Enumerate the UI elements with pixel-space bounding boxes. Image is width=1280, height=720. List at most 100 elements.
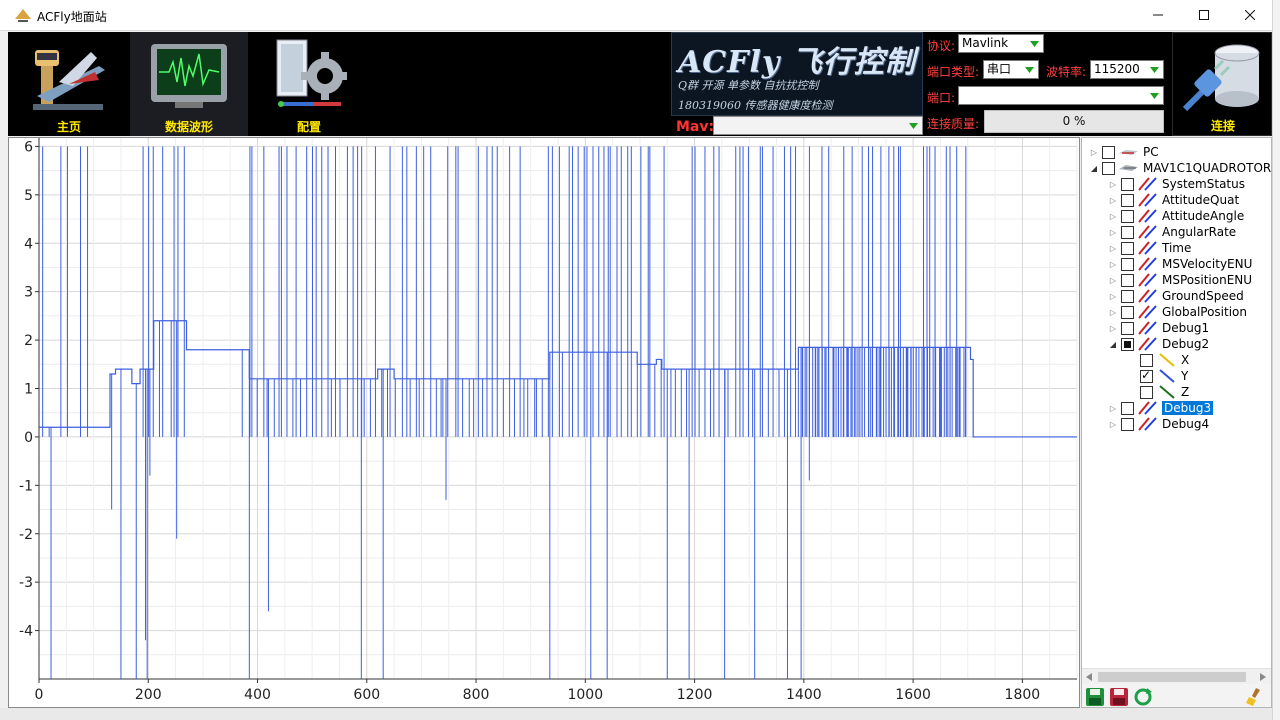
expand-arrow-icon[interactable]: ▷ bbox=[1107, 322, 1119, 334]
tree-node-msvelocityenu[interactable]: ▷ MSVelocityENU bbox=[1107, 256, 1252, 272]
tree-node-mav1c1quadrotor[interactable]: ◢ MAV1C1QUADROTOR bbox=[1088, 160, 1271, 176]
expand-arrow-icon[interactable]: ▷ bbox=[1088, 146, 1100, 158]
protocol-value: Mavlink bbox=[962, 36, 1009, 50]
series-icon bbox=[1138, 193, 1157, 207]
series-icon bbox=[1138, 305, 1157, 319]
logo-line2: 180319060 传感器健康度检测 bbox=[678, 99, 833, 112]
checkbox[interactable] bbox=[1121, 177, 1134, 191]
tree-node-label: Debug3 bbox=[1162, 401, 1214, 415]
tree-node-label: X bbox=[1181, 353, 1190, 367]
tree-node-z[interactable]: Z bbox=[1126, 384, 1189, 400]
expand-arrow-icon[interactable]: ▷ bbox=[1107, 306, 1119, 318]
tree-node-debug4[interactable]: ▷ Debug4 bbox=[1107, 416, 1209, 432]
maximize-button[interactable] bbox=[1181, 0, 1227, 30]
series-icon bbox=[1138, 241, 1157, 255]
tree-node-groundspeed[interactable]: ▷ GroundSpeed bbox=[1107, 288, 1244, 304]
expand-arrow-icon[interactable]: ▷ bbox=[1107, 402, 1119, 414]
channel-tree: ▷ PC ◢ MAV1C1QUADROTOR ▷ SystemStatus ▷ Attitud… bbox=[1081, 137, 1272, 708]
series-icon bbox=[1138, 273, 1157, 287]
close-button[interactable] bbox=[1227, 0, 1273, 30]
tree-node-x[interactable]: X bbox=[1126, 352, 1189, 368]
clear-brush-icon[interactable] bbox=[1244, 687, 1264, 707]
expand-arrow-icon[interactable]: ▷ bbox=[1107, 274, 1119, 286]
y-tick-label: 0 bbox=[24, 430, 33, 446]
series-icon bbox=[1138, 257, 1157, 271]
checkbox[interactable] bbox=[1121, 321, 1134, 335]
checkbox[interactable] bbox=[1121, 305, 1134, 319]
mav-select[interactable] bbox=[713, 116, 923, 135]
checkbox[interactable] bbox=[1140, 385, 1153, 399]
checkbox[interactable] bbox=[1121, 241, 1134, 255]
checkbox[interactable] bbox=[1102, 161, 1115, 175]
tree-node-label: AttitudeAngle bbox=[1162, 209, 1245, 223]
port-label: 端口: bbox=[927, 91, 956, 105]
protocol-select[interactable]: Mavlink bbox=[958, 34, 1044, 53]
x-tick-label: 1400 bbox=[786, 687, 822, 703]
tree-node-label: MAV1C1QUADROTOR bbox=[1143, 161, 1272, 175]
checkbox[interactable] bbox=[1121, 193, 1134, 207]
mav-label: Mav: bbox=[676, 119, 715, 135]
nav-home[interactable]: 主页 bbox=[10, 32, 128, 136]
tree-node-attitudequat[interactable]: ▷ AttitudeQuat bbox=[1107, 192, 1239, 208]
tree-node-y[interactable]: Y bbox=[1126, 368, 1188, 384]
checkbox[interactable] bbox=[1121, 337, 1134, 351]
checkbox[interactable] bbox=[1121, 289, 1134, 303]
checkbox[interactable] bbox=[1121, 225, 1134, 239]
port-select[interactable] bbox=[958, 86, 1164, 105]
tree-node-pc[interactable]: ▷ PC bbox=[1088, 144, 1159, 160]
collapse-arrow-icon[interactable]: ◢ bbox=[1088, 162, 1100, 174]
waveform-chart-svg: 6 5 4 3 2 1 0 -1 -2 -3 -4 0 200 400 600 800 1000 1200 1400… bbox=[19, 138, 1078, 703]
expand-arrow-icon[interactable]: ▷ bbox=[1107, 418, 1119, 430]
save-red-icon[interactable] bbox=[1109, 687, 1129, 707]
tree-node-systemstatus[interactable]: ▷ SystemStatus bbox=[1107, 176, 1245, 192]
tree-node-label: Z bbox=[1181, 385, 1190, 399]
tree-toolbar bbox=[1082, 684, 1271, 707]
checkbox[interactable] bbox=[1140, 368, 1153, 383]
checkbox[interactable] bbox=[1102, 145, 1115, 159]
expand-arrow-icon[interactable]: ▷ bbox=[1107, 194, 1119, 206]
expand-arrow-icon[interactable]: ▷ bbox=[1107, 210, 1119, 222]
airport-tower-icon bbox=[33, 50, 105, 110]
tree-horizontal-scrollbar[interactable] bbox=[1082, 668, 1271, 684]
expand-arrow-icon[interactable]: ▷ bbox=[1107, 290, 1119, 302]
tree-node-angularrate[interactable]: ▷ AngularRate bbox=[1107, 224, 1236, 240]
line-yellow-icon bbox=[1159, 353, 1175, 367]
y-tick-label: 4 bbox=[24, 236, 33, 252]
chevron-down-icon bbox=[1027, 36, 1042, 51]
tree-node-label: GlobalPosition bbox=[1162, 305, 1248, 319]
connect-button[interactable]: 连接 bbox=[1172, 32, 1272, 136]
tree-node-attitudeangle[interactable]: ▷ AttitudeAngle bbox=[1107, 208, 1244, 224]
refresh-icon[interactable] bbox=[1133, 687, 1153, 707]
tree-node-debug1[interactable]: ▷ Debug1 bbox=[1107, 320, 1209, 336]
nav-config[interactable]: 配置 bbox=[250, 32, 368, 136]
checkbox[interactable] bbox=[1121, 401, 1134, 415]
port-type-select[interactable]: 串口 bbox=[983, 60, 1039, 79]
collapse-arrow-icon[interactable]: ◢ bbox=[1107, 338, 1119, 350]
waveform-chart[interactable]: 6 5 4 3 2 1 0 -1 -2 -3 -4 0 200 400 600 800 1000 1200 1400… bbox=[8, 137, 1080, 708]
tree-node-debug3[interactable]: ▷ Debug3 bbox=[1107, 400, 1214, 416]
expand-arrow-icon[interactable]: ▷ bbox=[1107, 242, 1119, 254]
save-green-icon[interactable] bbox=[1085, 687, 1105, 707]
x-tick-label: 1200 bbox=[677, 687, 713, 703]
expand-arrow-icon[interactable]: ▷ bbox=[1107, 226, 1119, 238]
y-tick-label: 5 bbox=[24, 188, 33, 204]
tree-node-debug2[interactable]: ◢ Debug2 bbox=[1107, 336, 1209, 352]
checkbox[interactable] bbox=[1121, 257, 1134, 271]
nav-waveform[interactable]: 数据波形 bbox=[130, 32, 248, 136]
checkbox[interactable] bbox=[1140, 353, 1153, 367]
y-tick-label: -4 bbox=[19, 624, 33, 640]
expand-arrow-icon[interactable]: ▷ bbox=[1107, 178, 1119, 190]
tree-node-time[interactable]: ▷ Time bbox=[1107, 240, 1191, 256]
checkbox[interactable] bbox=[1121, 417, 1134, 431]
tree-node-mspositionenu[interactable]: ▷ MSPositionENU bbox=[1107, 272, 1252, 288]
y-tick-label: 6 bbox=[24, 139, 33, 155]
checkbox[interactable] bbox=[1121, 273, 1134, 287]
baud-select[interactable]: 115200 bbox=[1090, 60, 1164, 79]
checkbox[interactable] bbox=[1121, 209, 1134, 223]
expand-arrow-icon[interactable]: ▷ bbox=[1107, 258, 1119, 270]
drone-icon bbox=[1119, 165, 1138, 171]
tree-node-globalposition[interactable]: ▷ GlobalPosition bbox=[1107, 304, 1247, 320]
minimize-button[interactable] bbox=[1135, 0, 1181, 30]
scroll-thumb[interactable] bbox=[1098, 672, 1246, 682]
